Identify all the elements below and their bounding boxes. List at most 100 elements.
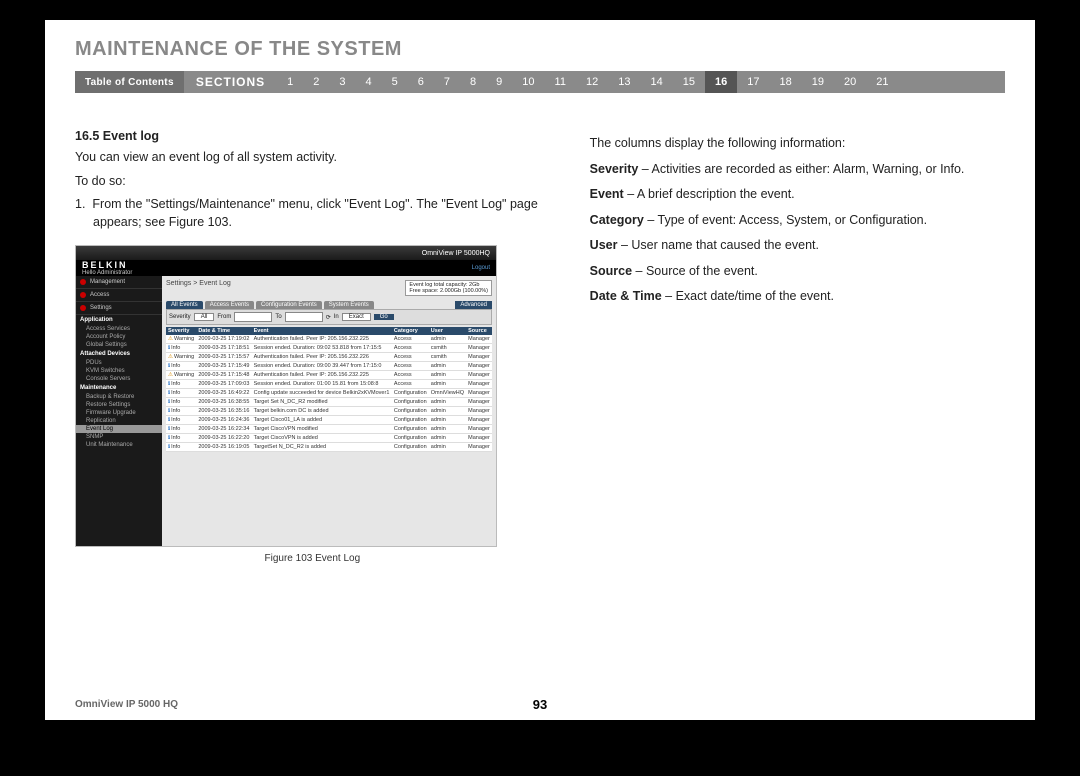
table-row[interactable]: Info2009-03-25 16:22:20Target CiscoVPN i… [166, 434, 492, 443]
datetime-cell: 2009-03-25 17:15:48 [196, 371, 251, 380]
table-row[interactable]: Warning2009-03-25 17:15:48Authentication… [166, 371, 492, 380]
table-row[interactable]: Info2009-03-25 16:35:16Target belkin.com… [166, 407, 492, 416]
tab[interactable]: Access Events [205, 301, 254, 309]
category-cell: Configuration [392, 416, 429, 425]
table-row[interactable]: Info2009-03-25 17:09:03Session ended. Du… [166, 380, 492, 389]
from-date-input[interactable] [234, 312, 272, 322]
filter-from-label: From [217, 314, 231, 320]
column-header[interactable]: Severity [166, 327, 196, 335]
severity-cell: Warning [166, 353, 196, 362]
datetime-cell: 2009-03-25 16:38:55 [196, 398, 251, 407]
sidebar-subitem[interactable]: Unit Maintenance [76, 441, 162, 449]
sidebar-item[interactable]: Settings [76, 302, 162, 315]
sidebar-item[interactable]: Management [76, 276, 162, 289]
user-cell: csmith [429, 353, 466, 362]
section-link-8[interactable]: 8 [460, 71, 486, 93]
to-date-input[interactable] [285, 312, 323, 322]
column-header[interactable]: Source [466, 327, 492, 335]
refresh-icon[interactable]: ⟳ [326, 314, 331, 321]
table-row[interactable]: Info2009-03-25 16:22:34Target CiscoVPN m… [166, 425, 492, 434]
section-link-10[interactable]: 10 [512, 71, 544, 93]
page-footer: OmniView IP 5000 HQ 93 [75, 699, 1005, 710]
table-row[interactable]: Info2009-03-25 16:49:22Config update suc… [166, 389, 492, 398]
table-row[interactable]: Warning2009-03-25 17:15:57Authentication… [166, 353, 492, 362]
definition-term: Severity [590, 162, 639, 176]
category-cell: Configuration [392, 425, 429, 434]
column-header[interactable]: Event [252, 327, 392, 335]
severity-cell: Info [166, 344, 196, 353]
user-cell: admin [429, 434, 466, 443]
section-link-16[interactable]: 16 [705, 71, 737, 93]
section-link-15[interactable]: 15 [673, 71, 705, 93]
severity-cell: Warning [166, 335, 196, 344]
table-row[interactable]: Info2009-03-25 17:18:51Session ended. Du… [166, 344, 492, 353]
section-link-11[interactable]: 11 [545, 71, 576, 93]
sidebar-subitem[interactable]: KVM Switches [76, 367, 162, 375]
section-link-19[interactable]: 19 [802, 71, 834, 93]
severity-cell: Warning [166, 371, 196, 380]
datetime-cell: 2009-03-25 16:49:22 [196, 389, 251, 398]
app-header: BELKIN Hello Administrator Logout [76, 260, 496, 276]
step-text: From the "Settings/Maintenance" menu, cl… [92, 197, 537, 229]
section-link-3[interactable]: 3 [329, 71, 355, 93]
definition-row: Source – Source of the event. [590, 263, 1005, 281]
table-row[interactable]: Info2009-03-25 16:38:55Target Set N_DC_R… [166, 398, 492, 407]
column-header[interactable]: User [429, 327, 466, 335]
toc-link[interactable]: Table of Contents [75, 71, 184, 93]
tab[interactable]: Configuration Events [256, 301, 322, 309]
sections-label: SECTIONS [184, 75, 277, 89]
tab[interactable]: All Events [166, 301, 203, 309]
step-number: 1. [75, 197, 85, 211]
section-link-21[interactable]: 21 [866, 71, 898, 93]
app-titlebar: OmniView IP 5000HQ [76, 246, 496, 260]
event-cell: Authentication failed. Peer IP: 205.156.… [252, 371, 392, 380]
section-link-4[interactable]: 4 [356, 71, 382, 93]
section-link-18[interactable]: 18 [769, 71, 801, 93]
section-link-6[interactable]: 6 [408, 71, 434, 93]
sidebar-subitem[interactable]: Event Log [76, 425, 162, 433]
tab[interactable]: System Events [324, 301, 374, 309]
table-row[interactable]: Warning2009-03-25 17:19:02Authentication… [166, 335, 492, 344]
bullet-icon [80, 305, 86, 311]
sidebar-subitem[interactable]: Access Services [76, 325, 162, 333]
logout-link[interactable]: Logout [472, 265, 490, 271]
sidebar-subitem[interactable]: Replication [76, 417, 162, 425]
sidebar-subitem[interactable]: Console Servers [76, 375, 162, 383]
table-row[interactable]: Info2009-03-25 17:15:49Session ended. Du… [166, 362, 492, 371]
source-cell: Manager [466, 443, 492, 452]
column-header[interactable]: Date & Time [196, 327, 251, 335]
section-link-1[interactable]: 1 [277, 71, 303, 93]
table-row[interactable]: Info2009-03-25 16:19:05TargetSet N_DC_R2… [166, 443, 492, 452]
sidebar-subitem[interactable]: PDUs [76, 359, 162, 367]
severity-cell: Info [166, 443, 196, 452]
section-link-13[interactable]: 13 [608, 71, 640, 93]
datetime-cell: 2009-03-25 16:22:34 [196, 425, 251, 434]
severity-select[interactable]: All [194, 313, 215, 321]
column-header[interactable]: Category [392, 327, 429, 335]
user-cell: admin [429, 380, 466, 389]
sidebar-item[interactable]: Access [76, 289, 162, 302]
match-select[interactable]: Exact [342, 313, 371, 321]
definition-term: Source [590, 264, 632, 278]
sidebar-subitem[interactable]: Global Settings [76, 341, 162, 349]
sidebar-subitem[interactable]: Firmware Upgrade [76, 409, 162, 417]
sidebar-subitem[interactable]: Backup & Restore [76, 393, 162, 401]
section-link-14[interactable]: 14 [640, 71, 672, 93]
section-link-7[interactable]: 7 [434, 71, 460, 93]
section-link-2[interactable]: 2 [303, 71, 329, 93]
go-button[interactable]: Go [374, 314, 394, 320]
source-cell: Manager [466, 434, 492, 443]
advanced-button[interactable]: Advanced [455, 301, 492, 309]
sidebar-subitem[interactable]: Restore Settings [76, 401, 162, 409]
table-row[interactable]: Info2009-03-25 16:24:36Target Cisco01_LA… [166, 416, 492, 425]
sidebar-subitem[interactable]: SNMP [76, 433, 162, 441]
sidebar-subitem[interactable]: Account Policy [76, 333, 162, 341]
section-link-17[interactable]: 17 [737, 71, 769, 93]
app-title: OmniView IP 5000HQ [422, 250, 490, 257]
section-link-20[interactable]: 20 [834, 71, 866, 93]
severity-cell: Info [166, 407, 196, 416]
section-link-9[interactable]: 9 [486, 71, 512, 93]
section-link-12[interactable]: 12 [576, 71, 608, 93]
section-link-5[interactable]: 5 [382, 71, 408, 93]
definition-desc: – Type of event: Access, System, or Conf… [644, 213, 927, 227]
